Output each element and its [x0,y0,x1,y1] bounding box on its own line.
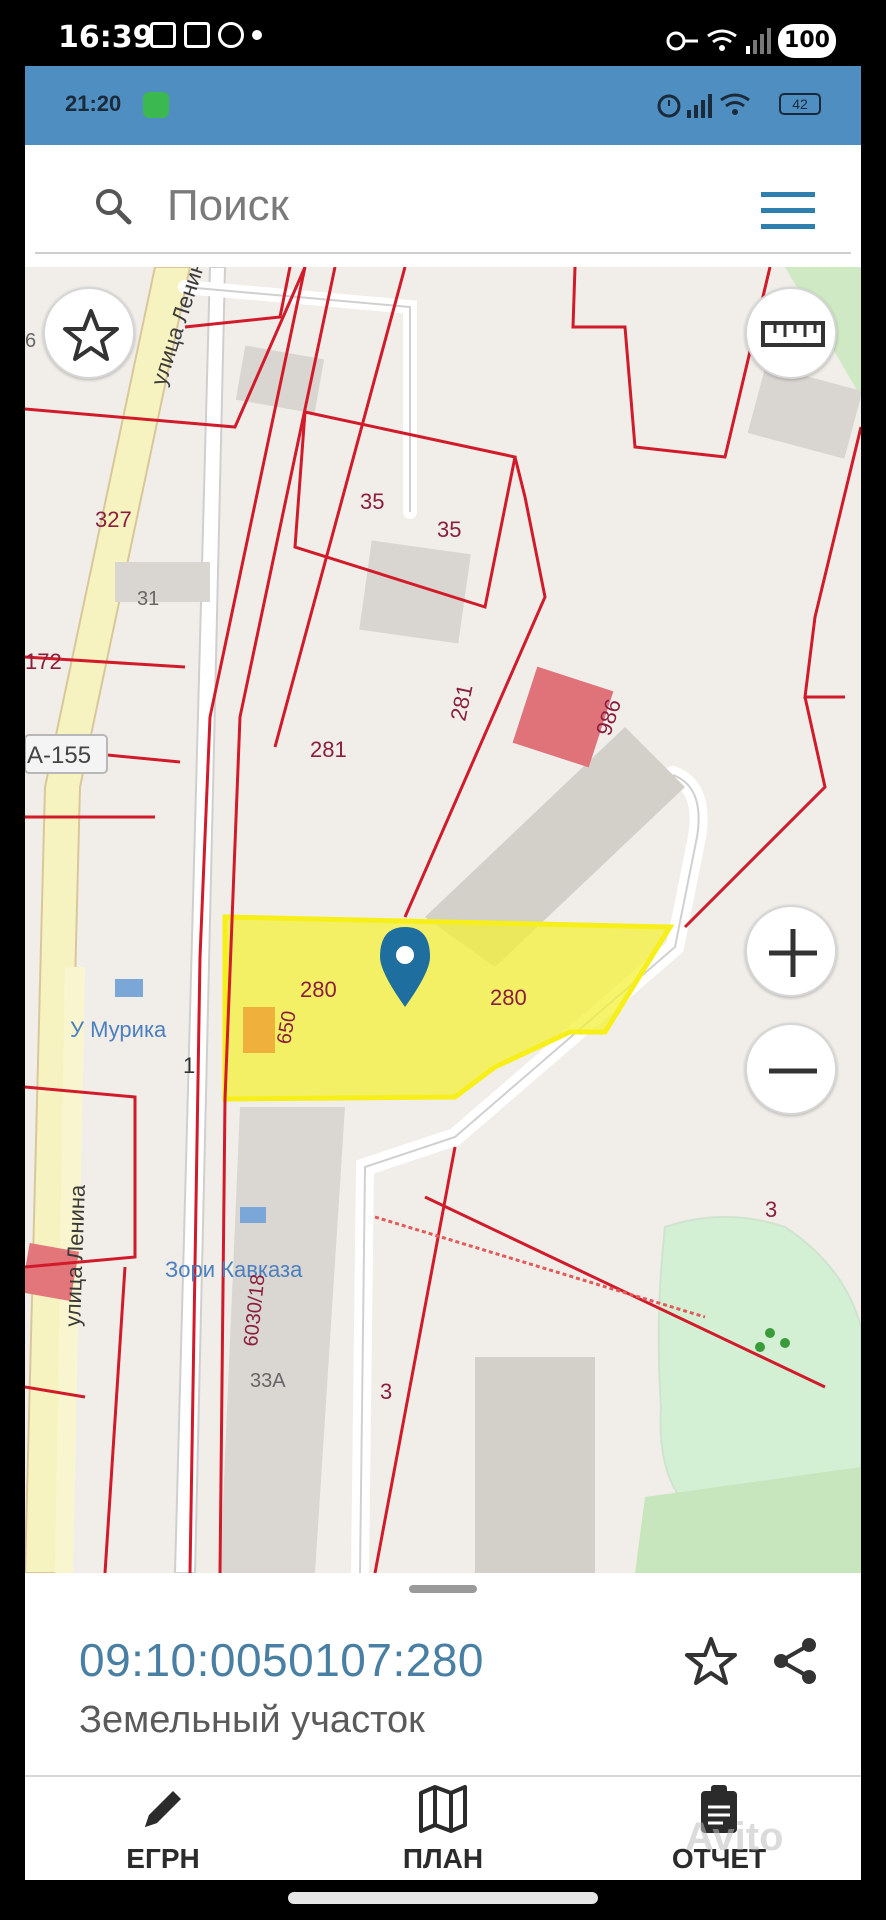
inner-status-bar: 21:20 42 [25,66,861,145]
parcel-type: Земельный участок [79,1699,425,1741]
building [115,562,210,602]
sheet-drag-handle[interactable] [409,1585,477,1593]
main-road [25,267,192,1573]
app-notification-icon [218,22,244,48]
nav-plan-label: ПЛАН [402,1843,484,1874]
signal-icon [746,28,771,54]
app-screen: 21:20 42 Поиск улица Ленина 327 31 172 А… [25,66,861,1880]
plus-icon [769,929,817,977]
share-icon[interactable] [771,1635,819,1687]
outer-battery-indicator: 100 [778,24,836,58]
inner-status-time: 21:20 [65,91,122,116]
parcel-label: 280 [490,985,527,1010]
parcel-structure [243,1007,275,1053]
key-icon [666,31,698,51]
number-label: 327 [95,507,132,532]
side-road [173,267,227,1573]
pencil-icon [145,1791,181,1827]
zoom-out-button[interactable] [745,1023,837,1115]
bottom-navigation: ЕГРН ПЛАН ОТЧЕТ Avito [25,1775,861,1880]
star-icon [63,309,119,361]
parcel-label: 280 [300,977,337,1002]
favorite-map-button[interactable] [43,287,135,379]
gesture-bar[interactable] [288,1892,598,1904]
search-input[interactable] [167,180,727,232]
minus-icon [769,1068,817,1074]
wifi-icon [707,29,737,51]
hotel-icon [115,979,143,997]
signal-icon [687,94,712,118]
outer-system-icons [666,28,771,54]
road-label: А-155 [27,742,91,769]
number-label: 35 [360,489,384,514]
wifi-icon [720,93,750,115]
nav-egrn-label: ЕГРН [126,1843,200,1874]
number-label: 1 [183,1053,195,1078]
map-canvas[interactable]: улица Ленина 327 31 172 А-155 6 35 35 28… [25,267,861,1573]
sim-icon [184,22,210,48]
alarm-icon [657,94,681,118]
number-label: 33А [250,1370,286,1392]
nav-egrn-tab[interactable]: ЕГРН [63,1777,263,1880]
parcel-cadastral-number: 09:10:0050107:280 [79,1634,485,1686]
number-label: 31 [137,588,159,610]
park-area-bottom [635,1467,861,1573]
number-label: 3 [765,1197,777,1222]
building [220,1107,345,1573]
inner-battery-indicator: 42 [779,93,821,115]
outer-status-bar: 16:39 100 [0,0,886,66]
screenshot-icon [150,22,176,48]
ruler-icon [761,321,825,347]
nav-plan-tab[interactable]: ПЛАН [343,1777,543,1880]
map-icon [419,1785,467,1833]
number-label: 172 [25,649,62,674]
dot-icon [252,30,262,40]
building [475,1357,595,1573]
ruler-button[interactable] [745,287,837,379]
selected-parcel[interactable] [222,914,675,1102]
number-label: 3 [380,1379,392,1404]
hotel-icon [240,1207,266,1223]
number-label: 281 [310,737,347,762]
menu-icon[interactable] [761,192,815,230]
number-label: 35 [437,517,461,542]
parcel-info-sheet: 09:10:0050107:280 Земельный участок [25,1573,861,1773]
search-icon[interactable] [93,186,133,226]
number-label: 6 [25,330,36,352]
notification-icons [150,22,262,48]
inner-system-icons [657,93,750,118]
zoom-in-button[interactable] [745,905,837,997]
app-status-icon [143,92,169,118]
avito-watermark: Avito [685,1815,784,1859]
star-icon[interactable] [683,1633,739,1689]
outer-status-time: 16:39 [58,20,154,55]
street-label: улица Ленина [60,1184,90,1328]
poi-label: Зори Кавказа [165,1257,303,1282]
number-label: 281 [445,682,477,723]
poi-label: У Мурика [70,1017,167,1042]
cadastral-map[interactable]: улица Ленина 327 31 172 А-155 6 35 35 28… [25,267,861,1573]
building [359,540,471,644]
search-bar [35,158,851,254]
